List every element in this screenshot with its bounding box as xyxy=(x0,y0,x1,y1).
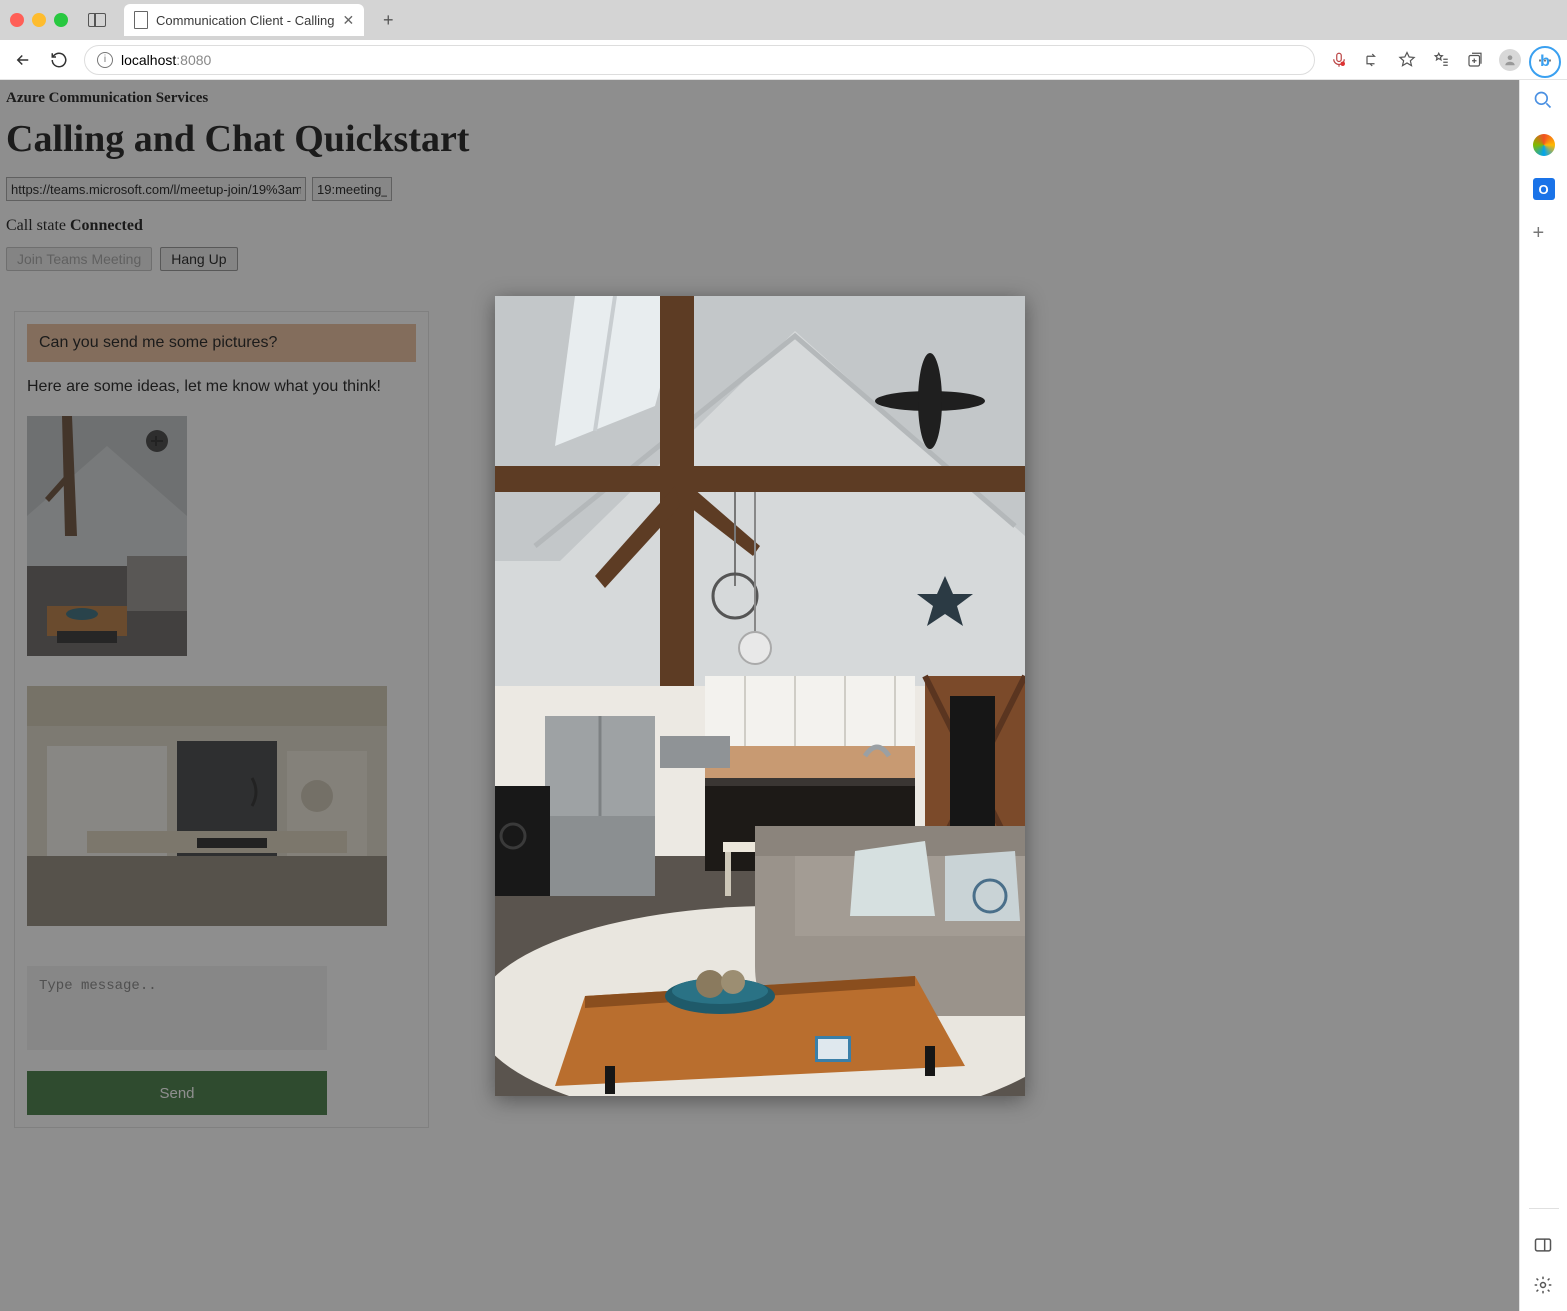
sidebar-toggle-panel-icon[interactable] xyxy=(1533,1235,1555,1257)
mic-icon[interactable] xyxy=(1329,50,1349,70)
site-info-icon[interactable]: i xyxy=(97,52,113,68)
toolbar: i localhost:8080 ⋯ xyxy=(0,40,1567,80)
sidebar-settings-icon[interactable] xyxy=(1533,1275,1555,1297)
browser-tab[interactable]: Communication Client - Calling ✕ xyxy=(124,4,364,36)
collections-icon[interactable] xyxy=(1465,50,1485,70)
window-controls xyxy=(10,13,68,27)
titlebar: Communication Client - Calling ✕ + xyxy=(0,0,1567,40)
read-aloud-icon[interactable] xyxy=(1363,50,1383,70)
address-bar[interactable]: i localhost:8080 xyxy=(84,45,1315,75)
image-preview-overlay[interactable] xyxy=(0,80,1519,1311)
image-preview[interactable] xyxy=(495,296,1025,1096)
sidebar-outlook-icon[interactable]: O xyxy=(1533,178,1555,200)
back-button[interactable] xyxy=(12,49,34,71)
page-icon xyxy=(134,11,148,29)
refresh-button[interactable] xyxy=(48,49,70,71)
favorite-star-icon[interactable] xyxy=(1397,50,1417,70)
close-window-button[interactable] xyxy=(10,13,24,27)
favorites-list-icon[interactable] xyxy=(1431,50,1451,70)
close-tab-icon[interactable]: ✕ xyxy=(342,12,354,29)
profile-avatar-icon[interactable] xyxy=(1499,49,1521,71)
edge-sidebar: O + xyxy=(1519,80,1567,1311)
browser-chrome: Communication Client - Calling ✕ + i loc… xyxy=(0,0,1567,80)
url-host: localhost xyxy=(121,52,176,68)
new-tab-button[interactable]: + xyxy=(374,6,402,34)
sidebar-search-icon[interactable] xyxy=(1533,90,1555,112)
sidebar-microsoft365-icon[interactable] xyxy=(1533,134,1555,156)
copilot-icon[interactable]: b xyxy=(1529,46,1561,78)
sidebar-add-icon[interactable]: + xyxy=(1533,222,1555,244)
minimize-window-button[interactable] xyxy=(32,13,46,27)
tab-title: Communication Client - Calling xyxy=(156,13,334,28)
sidebar-divider xyxy=(1529,1208,1559,1209)
maximize-window-button[interactable] xyxy=(54,13,68,27)
url-port: :8080 xyxy=(176,52,211,68)
tab-actions-icon[interactable] xyxy=(88,13,106,27)
toolbar-right: ⋯ xyxy=(1329,49,1555,71)
